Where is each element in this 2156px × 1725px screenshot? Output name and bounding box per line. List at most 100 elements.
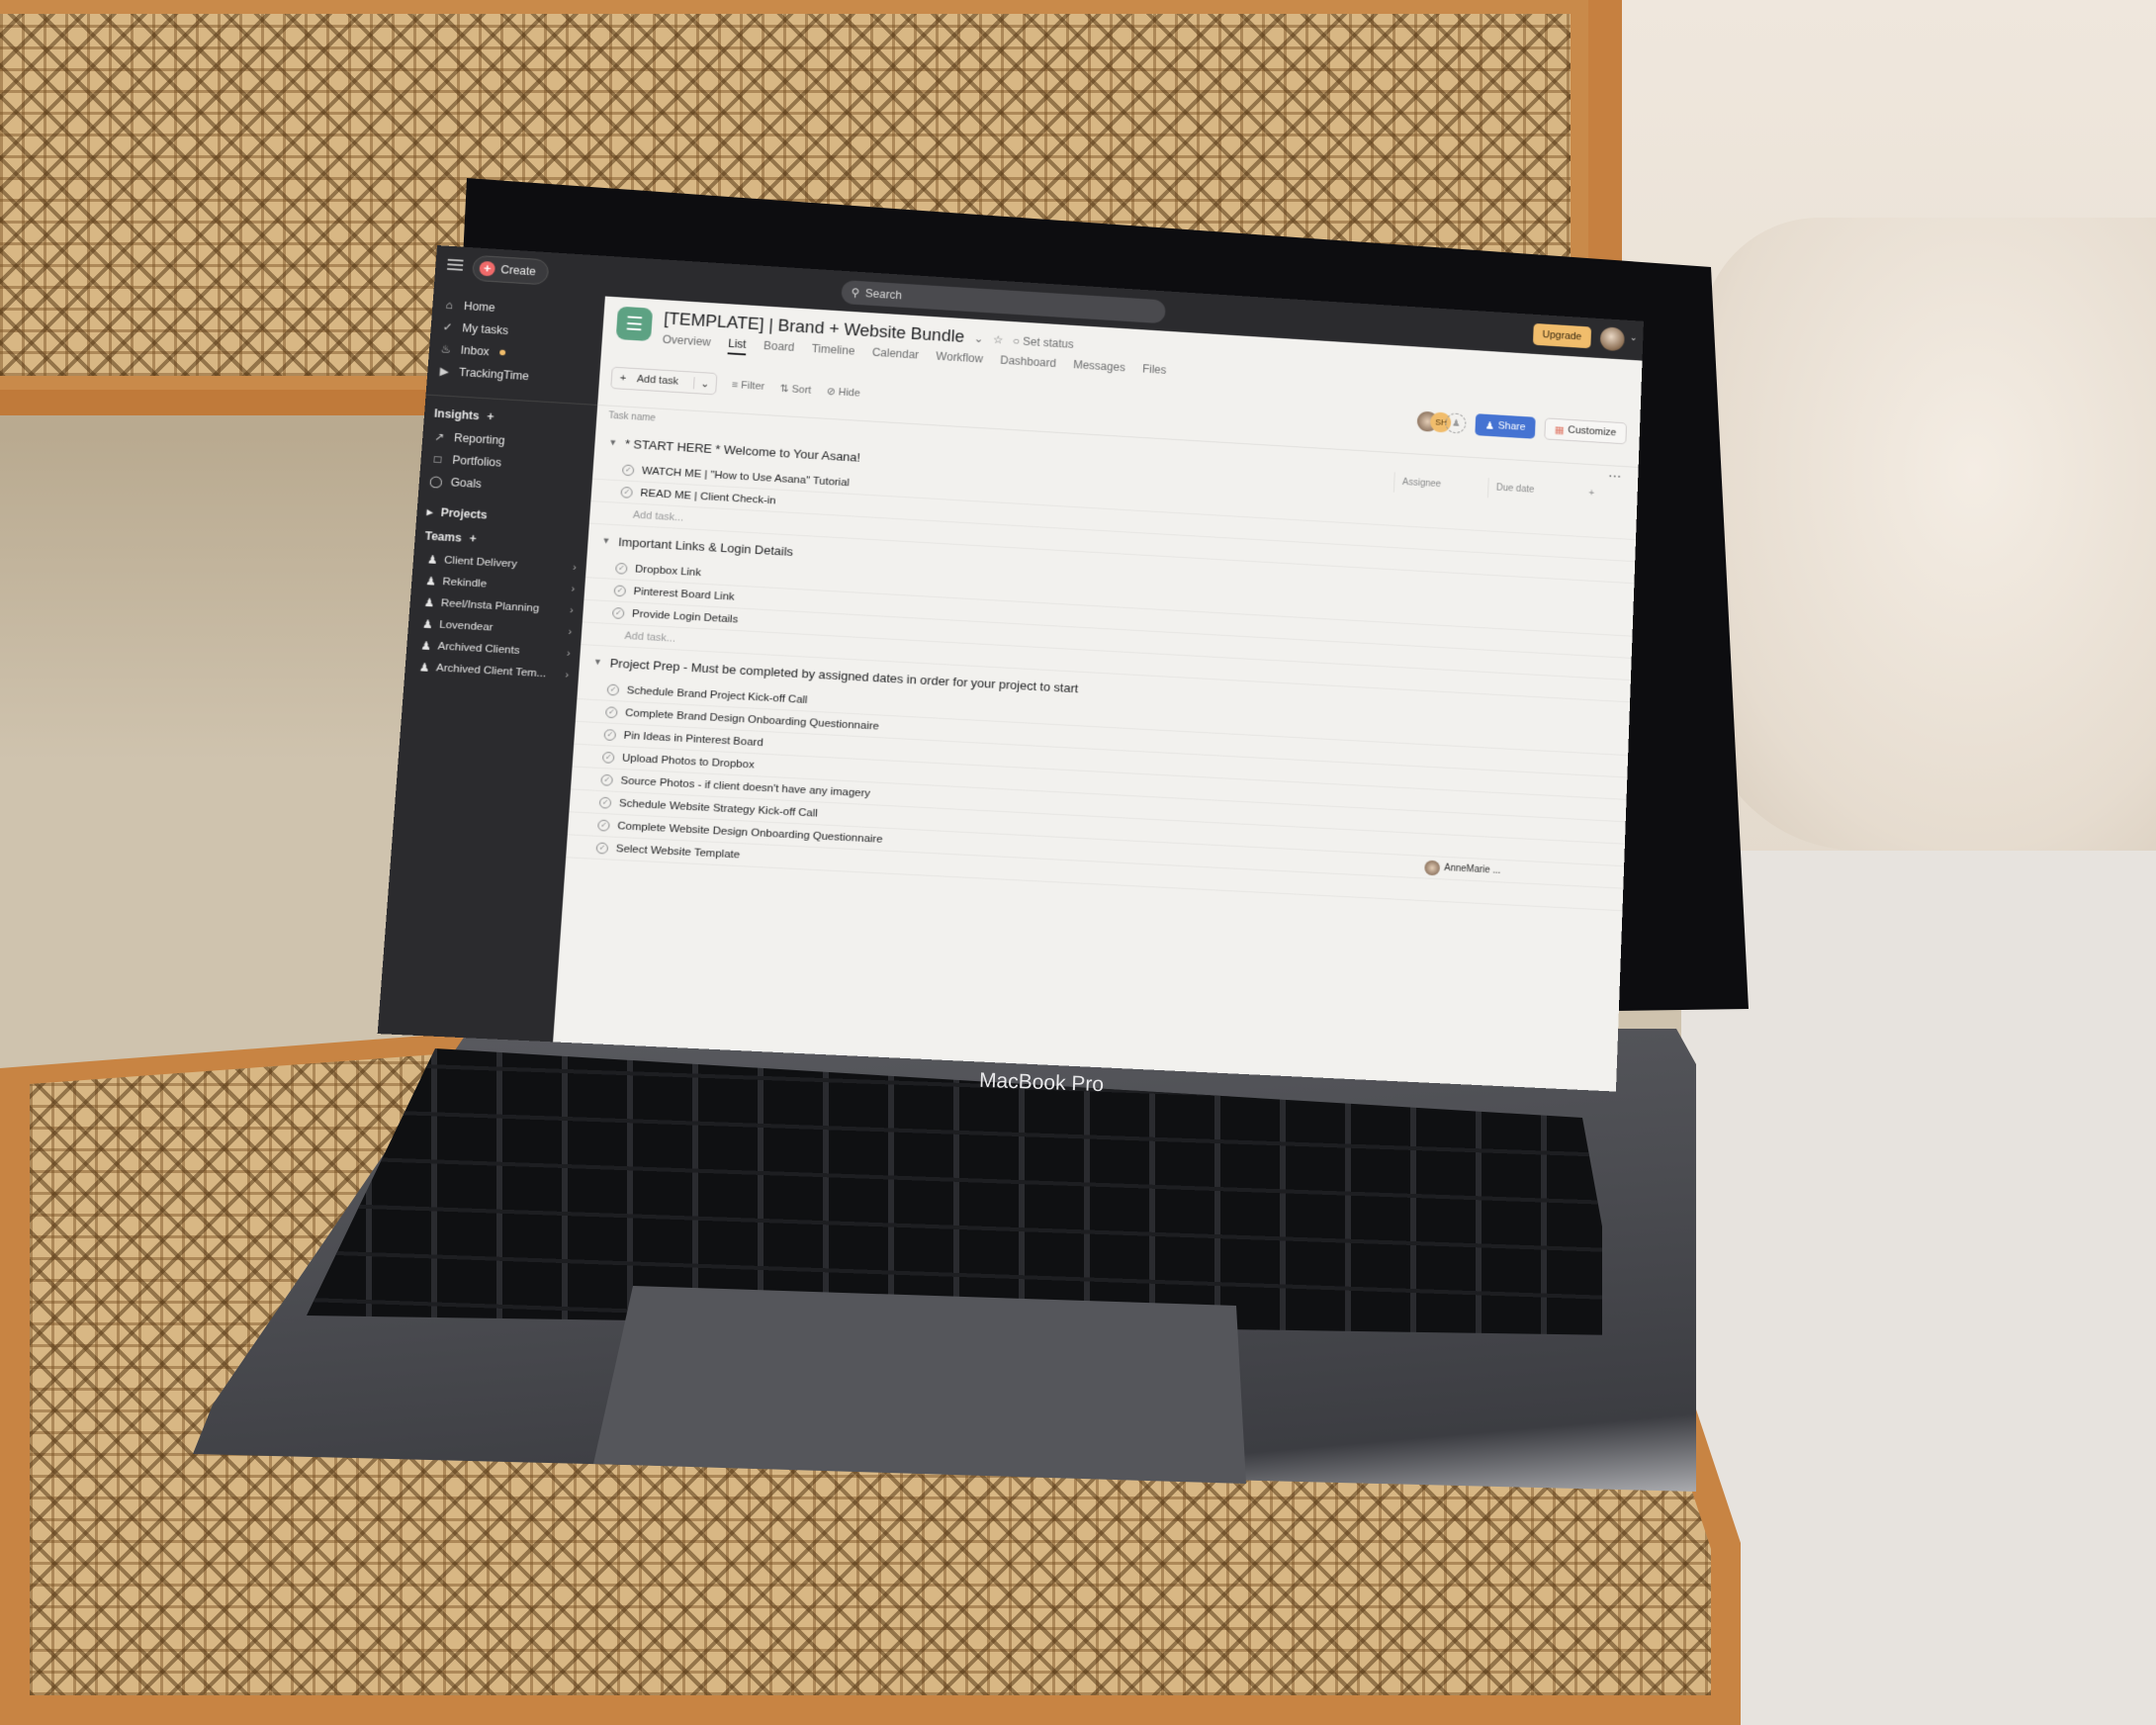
check-icon[interactable]: ✓ — [611, 606, 625, 619]
check-icon[interactable]: ✓ — [604, 705, 618, 718]
plus-icon: + — [479, 260, 496, 277]
list-icon: ☰ — [615, 306, 654, 342]
sidebar-item-label: My tasks — [461, 321, 509, 337]
team-icon: ♟ — [424, 576, 436, 589]
sidebar-item-label: Reporting — [453, 430, 506, 448]
search-icon: ⚲ — [851, 286, 860, 300]
notification-dot — [499, 349, 506, 356]
add-team-icon[interactable]: + — [469, 532, 477, 546]
hide-label: Hide — [838, 386, 861, 400]
add-insight-icon[interactable]: + — [487, 410, 494, 423]
team-icon: ♟ — [421, 618, 433, 631]
set-status-label: Set status — [1022, 334, 1074, 351]
check-icon[interactable]: ✓ — [600, 773, 613, 786]
chevron-right-icon[interactable]: › — [571, 583, 576, 594]
sort-button[interactable]: ⇅ Sort — [779, 382, 811, 396]
check-icon[interactable]: ✓ — [621, 464, 635, 476]
assignee-cell[interactable]: AnneMarie ... — [1423, 860, 1501, 878]
task-name: Pin Ideas in Pinterest Board — [623, 729, 764, 749]
tab-workflow[interactable]: Workflow — [936, 350, 983, 370]
chevron-right-icon[interactable]: › — [566, 648, 571, 660]
tab-overview[interactable]: Overview — [662, 333, 711, 354]
chevron-right-icon[interactable]: › — [573, 562, 578, 574]
task-name: Provide Login Details — [631, 607, 739, 625]
check-icon[interactable]: ✓ — [603, 728, 617, 741]
sidebar-item-label: Inbox — [460, 343, 491, 359]
team-icon: ♟ — [426, 554, 438, 567]
member-avatars[interactable]: SH ♟ — [1416, 410, 1468, 434]
customize-icon: ▦ — [1554, 423, 1565, 436]
check-icon[interactable]: ✓ — [601, 751, 615, 764]
check-icon[interactable]: ✓ — [597, 819, 610, 832]
user-avatar[interactable] — [1599, 326, 1625, 352]
laptop-brand-label: MacBook Pro — [978, 1068, 1105, 1097]
check-icon[interactable]: ✓ — [598, 796, 612, 809]
customize-button[interactable]: ▦ Customize — [1543, 417, 1628, 445]
team-label: Client Delivery — [443, 554, 518, 570]
task-name: READ ME | Client Check-in — [640, 487, 776, 506]
check-icon[interactable]: ✓ — [615, 562, 628, 575]
background-rug — [1681, 851, 2156, 1725]
team-label: Lovendear — [438, 618, 494, 633]
insights-label: Insights — [433, 407, 481, 423]
check-icon[interactable]: ✓ — [620, 486, 633, 499]
chevron-right-icon[interactable]: › — [570, 604, 575, 616]
search-placeholder: Search — [864, 287, 903, 303]
star-icon[interactable]: ☆ — [993, 332, 1004, 346]
chevron-right-icon[interactable]: › — [565, 669, 570, 681]
tab-calendar[interactable]: Calendar — [871, 346, 919, 366]
chevron-down-icon[interactable]: ⌄ — [693, 376, 716, 391]
tab-messages[interactable]: Messages — [1073, 358, 1125, 379]
task-name: Dropbox Link — [634, 563, 702, 579]
team-icon: ♟ — [418, 662, 430, 675]
add-task-button[interactable]: + Add task ⌄ — [610, 366, 718, 396]
bell-icon: ♨ — [440, 342, 452, 356]
filter-button[interactable]: ≡ Filter — [732, 380, 765, 393]
chevron-down-icon[interactable]: ⌄ — [973, 331, 983, 344]
tab-board[interactable]: Board — [763, 339, 795, 358]
tab-dashboard[interactable]: Dashboard — [1000, 354, 1056, 375]
create-label: Create — [499, 263, 537, 279]
list-toolbar: + Add task ⌄ ≡ Filter ⇅ Sort ⊘ Hide — [610, 366, 860, 404]
folder-icon: □ — [433, 452, 442, 466]
set-status-button[interactable]: ○ Set status — [1013, 334, 1074, 351]
hide-button[interactable]: ⊘ Hide — [826, 385, 860, 399]
task-name: Select Website Template — [615, 843, 741, 861]
projects-label: Projects — [440, 505, 489, 522]
caret-down-icon[interactable]: ▼ — [601, 536, 610, 546]
check-icon[interactable]: ✓ — [595, 842, 609, 855]
home-icon: ⌂ — [445, 298, 454, 313]
main-content: ☰ [TEMPLATE] | Brand + Website Bundle ⌄ … — [553, 296, 1643, 1092]
share-button[interactable]: ♟ Share — [1475, 413, 1536, 439]
check-icon[interactable]: ✓ — [613, 584, 627, 596]
upgrade-button[interactable]: Upgrade — [1532, 322, 1592, 349]
add-member-icon[interactable]: ♟ — [1445, 412, 1468, 434]
caret-down-icon[interactable]: ▼ — [593, 657, 602, 667]
chart-line-icon: ↗ — [433, 429, 445, 444]
sort-label: Sort — [791, 383, 812, 397]
task-name: Upload Photos to Dropbox — [621, 752, 756, 771]
section-title: Important Links & Login Details — [617, 534, 794, 559]
check-circle-icon: ✓ — [442, 319, 454, 334]
section-title: * START HERE * Welcome to Your Asana! — [624, 436, 861, 465]
tab-list[interactable]: List — [727, 336, 747, 356]
team-label: Archived Clients — [437, 640, 520, 657]
assignee-name: AnneMarie ... — [1444, 862, 1501, 876]
tab-timeline[interactable]: Timeline — [811, 342, 854, 362]
chevron-down-icon[interactable]: ⌄ — [1630, 333, 1638, 343]
team-label: Archived Client Tem... — [435, 662, 547, 680]
background-cushion — [1701, 218, 2156, 851]
chevron-right-icon[interactable]: › — [568, 626, 573, 638]
hamburger-menu-icon[interactable] — [447, 258, 464, 271]
tab-files[interactable]: Files — [1141, 362, 1167, 381]
sidebar-item-label: Portfolios — [451, 453, 502, 470]
trackpad — [593, 1286, 1246, 1484]
team-icon: ♟ — [419, 640, 432, 653]
sidebar-item-label: TrackingTime — [458, 365, 530, 384]
teams-label: Teams — [424, 529, 463, 545]
caret-down-icon[interactable]: ▼ — [608, 437, 617, 447]
project-actions: SH ♟ ♟ Share ▦ Customize — [1416, 410, 1628, 445]
check-icon[interactable]: ✓ — [606, 683, 620, 696]
create-button[interactable]: + Create — [471, 254, 550, 286]
task-name: Pinterest Board Link — [633, 586, 736, 603]
